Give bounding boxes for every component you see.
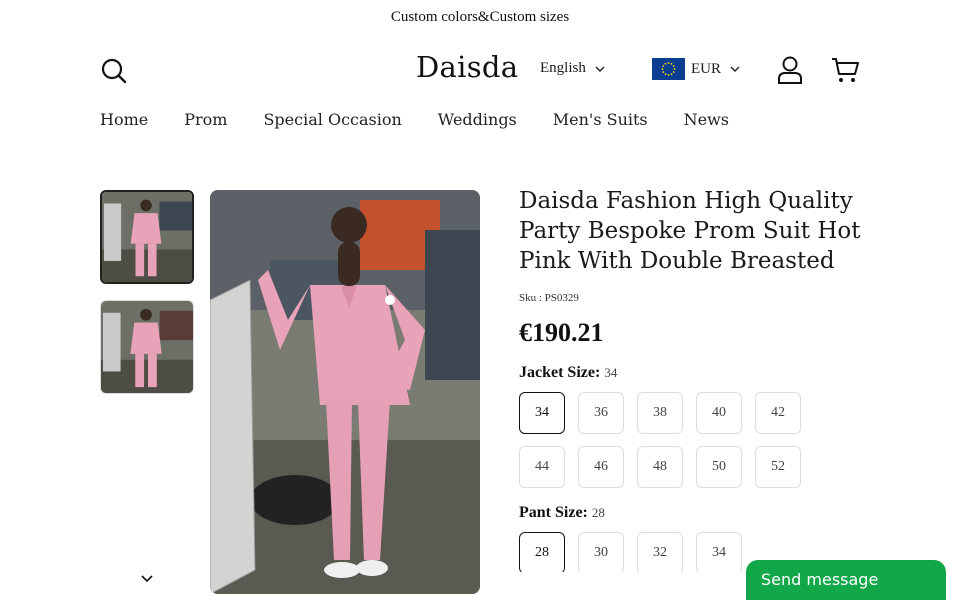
pant-size-option[interactable]: 32 [637,532,683,572]
jacket-size-option[interactable]: 48 [637,446,683,488]
jacket-size-option[interactable]: 44 [519,446,565,488]
jacket-size-title: Jacket Size: [519,364,601,381]
cart-icon[interactable] [830,55,860,85]
pant-size-label: Pant Size: 28 [519,504,879,522]
jacket-size-option[interactable]: 40 [696,392,742,434]
nav-item-mens-suits[interactable]: Men's Suits [553,110,648,129]
jacket-size-option[interactable]: 52 [755,446,801,488]
account-icon[interactable] [776,55,804,85]
nav-item-home[interactable]: Home [100,110,148,129]
language-selector[interactable]: English [540,60,608,77]
product-sku: Sku : PS0329 [519,292,579,304]
currency-label: EUR [691,60,721,77]
currency-selector[interactable]: EUR [652,58,743,80]
pant-size-option[interactable]: 28 [519,532,565,572]
chevron-down-icon [595,66,605,72]
product-thumbnail[interactable] [100,300,194,394]
jacket-size-option[interactable]: 42 [755,392,801,434]
site-logo[interactable]: Daisda [416,50,518,84]
pant-size-selected: 28 [591,505,605,520]
chevron-down-icon [730,66,740,72]
jacket-size-options: 34 36 38 40 42 44 46 48 50 52 [519,392,819,488]
jacket-size-option[interactable]: 36 [578,392,624,434]
eu-flag-icon [652,58,685,80]
thumbnail-gallery [100,190,194,410]
product-price: €190.21 [519,318,604,347]
language-label: English [540,60,586,76]
jacket-size-selected: 34 [604,365,618,380]
nav-item-weddings[interactable]: Weddings [438,110,517,129]
site-header: Daisda English EUR [0,40,960,100]
product-info: Daisda Fashion High Quality Party Bespok… [519,186,879,572]
product-title: Daisda Fashion High Quality Party Bespok… [519,188,861,274]
nav-item-news[interactable]: News [684,110,729,129]
pant-size-title: Pant Size: [519,504,588,521]
jacket-size-option[interactable]: 46 [578,446,624,488]
product-main-image[interactable] [210,190,480,594]
main-nav: Home Prom Special Occasion Weddings Men'… [100,110,765,129]
product-thumbnail[interactable] [100,190,194,284]
nav-item-prom[interactable]: Prom [184,110,227,129]
pant-size-options: 28 30 32 34 [519,532,769,572]
search-icon[interactable] [100,57,128,85]
send-message-button[interactable]: Send message [746,560,946,600]
pant-size-option[interactable]: 34 [696,532,742,572]
chevron-down-icon[interactable] [138,570,156,588]
nav-item-special-occasion[interactable]: Special Occasion [263,110,401,129]
pant-size-option[interactable]: 30 [578,532,624,572]
announcement-bar: Custom colors&Custom sizes [390,9,570,25]
jacket-size-option[interactable]: 50 [696,446,742,488]
jacket-size-option[interactable]: 38 [637,392,683,434]
jacket-size-label: Jacket Size: 34 [519,364,879,382]
jacket-size-option[interactable]: 34 [519,392,565,434]
